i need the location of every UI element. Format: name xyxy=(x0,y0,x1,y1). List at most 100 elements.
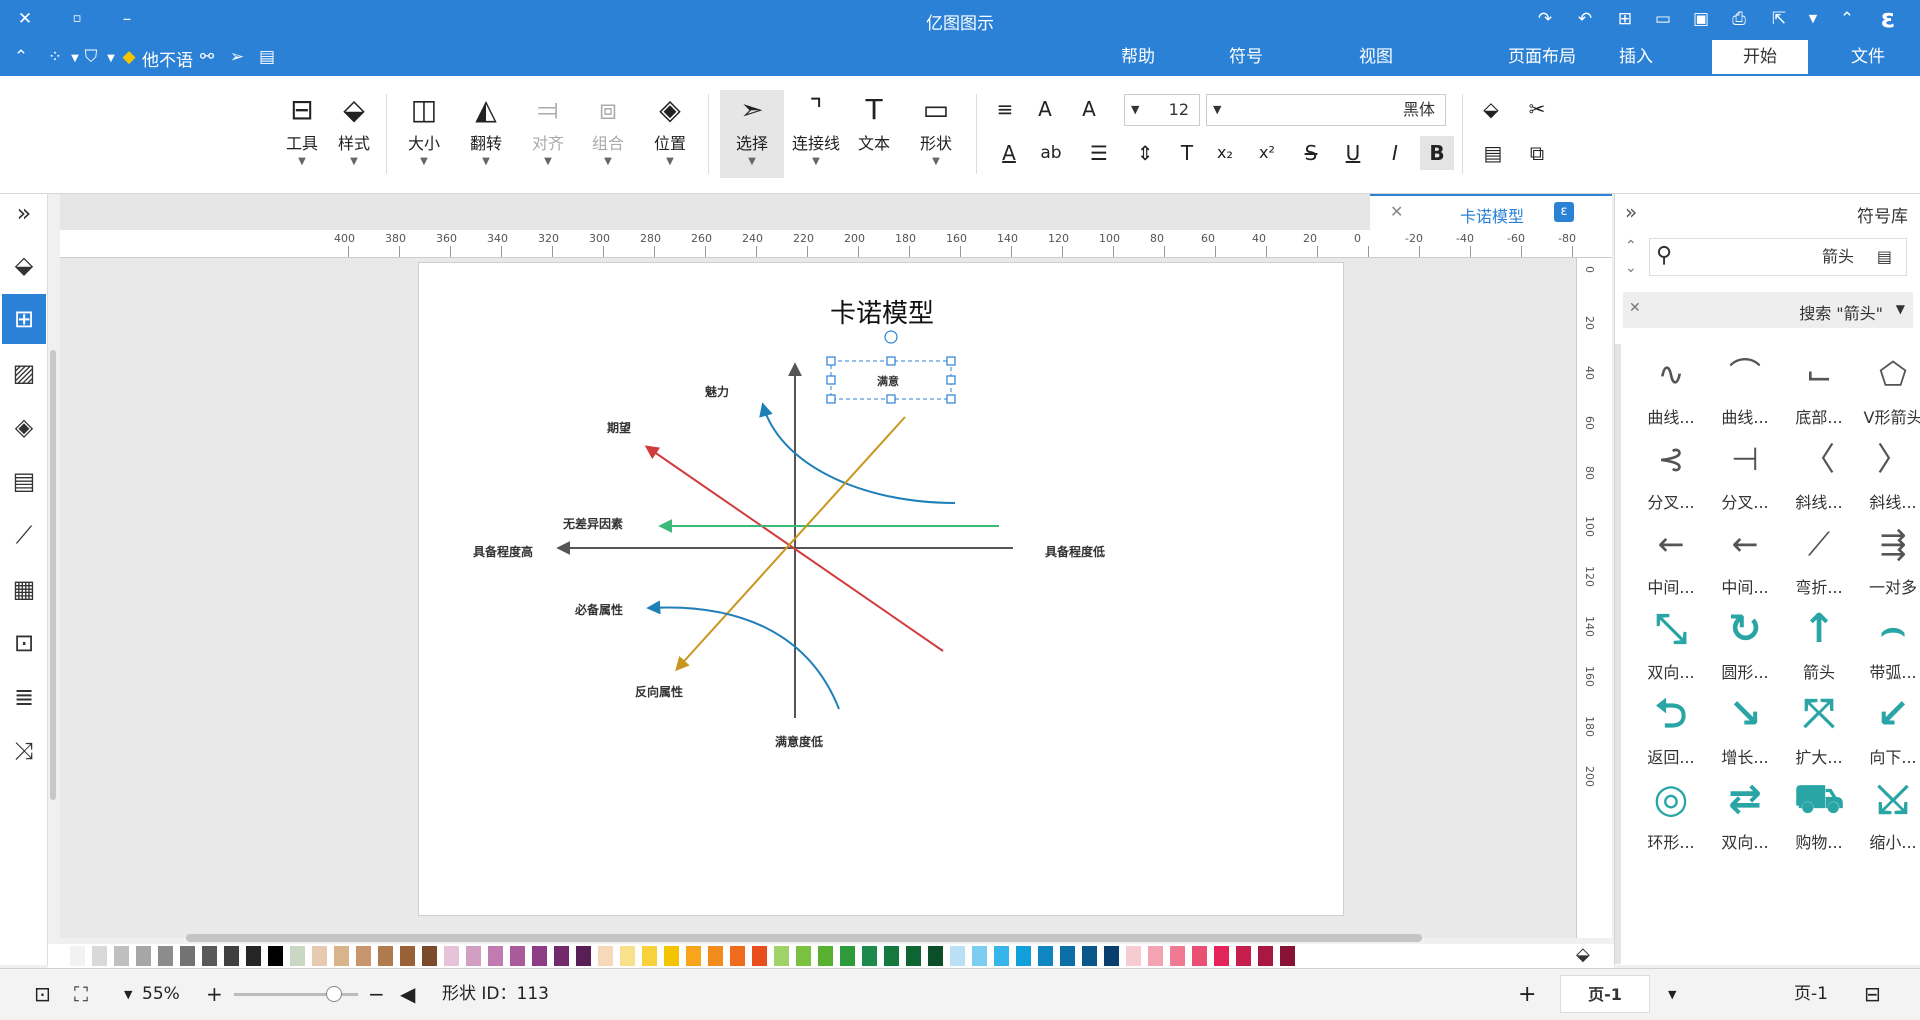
tab-3[interactable]: 页面布局 xyxy=(1494,40,1590,74)
chevron-down-icon[interactable]: ⌄ xyxy=(1625,260,1637,276)
redo-icon[interactable]: ↷ xyxy=(1534,8,1556,30)
fill-bucket-icon[interactable]: ⬙ xyxy=(1576,944,1590,965)
tab-2[interactable]: 插入 xyxy=(1588,40,1684,74)
symbol-item[interactable]: ⇄ 双向... xyxy=(1709,769,1781,869)
color-swatch[interactable] xyxy=(70,946,85,966)
highlight-icon[interactable]: ab xyxy=(1034,136,1068,170)
restore-icon[interactable]: ▫ xyxy=(66,8,88,30)
print-icon[interactable]: ⎙ xyxy=(1728,8,1750,30)
close-icon[interactable]: ✕ xyxy=(1390,202,1403,221)
color-swatch[interactable] xyxy=(884,946,899,966)
label-low-satisfaction[interactable]: 满意度低 xyxy=(775,733,823,750)
color-swatch[interactable] xyxy=(136,946,151,966)
zoom-slider-thumb[interactable] xyxy=(326,986,342,1002)
tab-1[interactable]: 开始 xyxy=(1712,40,1808,74)
color-swatch[interactable] xyxy=(642,946,657,966)
color-swatch[interactable] xyxy=(972,946,987,966)
color-swatch[interactable] xyxy=(708,946,723,966)
export-icon[interactable]: ⇱ xyxy=(1768,8,1790,30)
color-swatch[interactable] xyxy=(114,946,129,966)
color-swatch[interactable] xyxy=(92,946,107,966)
page-layout-icon[interactable]: ⊟ xyxy=(1864,969,1881,1020)
chevron-down-icon[interactable]: ▼ xyxy=(1802,8,1824,30)
close-icon[interactable]: ✕ xyxy=(1629,300,1641,316)
color-swatch[interactable] xyxy=(598,946,613,966)
fit-page-icon[interactable]: ⊡ xyxy=(34,969,51,1020)
color-swatch[interactable] xyxy=(818,946,833,966)
color-swatch[interactable] xyxy=(928,946,943,966)
format-icon[interactable]: ≣ xyxy=(2,672,46,722)
italic-icon[interactable]: I xyxy=(1378,136,1412,170)
shape-button[interactable]: ▭ 形状 ▼ xyxy=(904,90,968,178)
zoom-in-icon[interactable]: + xyxy=(206,969,223,1020)
symbol-item[interactable]: ◎ 环形... xyxy=(1635,769,1707,869)
send-icon[interactable]: ➢ xyxy=(226,46,248,68)
layers-icon[interactable]: ◈ xyxy=(2,402,46,452)
reverse-line[interactable] xyxy=(675,416,906,672)
document-tab[interactable]: ✕ 卡诺模型 ε xyxy=(1370,194,1612,230)
canvas-area[interactable]: 卡诺模型 满意 魅力 期望 无差异因素 具备程度高 具备程度低 必备属性 反向属… xyxy=(60,258,1576,938)
color-swatch[interactable] xyxy=(510,946,525,966)
symbol-search-input[interactable]: ⚲ 箭头 ▤ xyxy=(1649,238,1907,276)
font-color-icon[interactable]: A xyxy=(992,136,1026,170)
expand-panel-icon[interactable]: » xyxy=(2,188,46,238)
color-swatch[interactable] xyxy=(774,946,789,966)
close-icon[interactable]: ✕ xyxy=(14,8,36,30)
connector-button[interactable]: ⌝ 连接线 ▼ xyxy=(784,90,848,178)
rotate-handle[interactable] xyxy=(884,330,898,344)
color-swatch[interactable] xyxy=(1236,946,1251,966)
minimize-icon[interactable]: – xyxy=(116,8,138,30)
color-swatch[interactable] xyxy=(906,946,921,966)
color-swatch[interactable] xyxy=(532,946,547,966)
style-button[interactable]: ⬙ 样式 ▼ xyxy=(322,90,386,178)
size-button[interactable]: ◫ 大小 ▼ xyxy=(392,90,456,178)
tab-6[interactable]: 帮助 xyxy=(1090,40,1186,74)
symbol-item[interactable]: ⛟ 购物... xyxy=(1783,769,1855,869)
library-icon[interactable]: ▤ xyxy=(1877,242,1892,272)
color-swatch[interactable] xyxy=(202,946,217,966)
font-grow-icon[interactable]: A xyxy=(1072,92,1106,126)
collapse-panel-icon[interactable]: » xyxy=(1625,200,1637,224)
font-shrink-icon[interactable]: A xyxy=(1028,92,1062,126)
group-button[interactable]: ⧈ 组合 ▼ xyxy=(576,90,640,178)
left-scrollbar[interactable] xyxy=(50,350,56,800)
chevron-up-icon[interactable]: ⌃ xyxy=(1836,8,1858,30)
color-swatch[interactable] xyxy=(576,946,591,966)
color-swatch[interactable] xyxy=(752,946,767,966)
document-icon[interactable]: ▤ xyxy=(2,456,46,506)
color-swatch[interactable] xyxy=(1104,946,1119,966)
symbol-scrollbar[interactable] xyxy=(1615,344,1621,964)
color-swatch[interactable] xyxy=(48,946,63,966)
fullscreen-icon[interactable]: ⛶ xyxy=(74,969,88,1020)
label-low-completeness[interactable]: 具备程度低 xyxy=(1045,543,1105,560)
chevron-down-icon[interactable]: ▼ xyxy=(1668,969,1676,1020)
copy-icon[interactable]: ⧉ xyxy=(1520,136,1554,170)
color-swatch[interactable] xyxy=(1126,946,1141,966)
color-swatch[interactable] xyxy=(312,946,327,966)
open-icon[interactable]: ▭ xyxy=(1652,8,1674,30)
color-swatch[interactable] xyxy=(246,946,261,966)
color-swatch[interactable] xyxy=(1280,946,1295,966)
color-swatch[interactable] xyxy=(796,946,811,966)
label-satisfaction[interactable]: 满意 xyxy=(877,373,899,389)
symbol-item[interactable]: ⤩ 缩小... xyxy=(1857,769,1920,869)
font-family-select[interactable]: ▼ 黑体 xyxy=(1206,94,1446,126)
underline-icon[interactable]: U xyxy=(1336,136,1370,170)
label-charm[interactable]: 魅力 xyxy=(705,383,729,400)
label-high-completeness[interactable]: 具备程度高 xyxy=(473,543,533,560)
color-swatch[interactable] xyxy=(730,946,745,966)
horizontal-scrollbar[interactable] xyxy=(186,934,1422,942)
save-icon[interactable]: ▣ xyxy=(1690,8,1712,30)
color-swatch[interactable] xyxy=(356,946,371,966)
color-swatch[interactable] xyxy=(400,946,415,966)
bold-icon[interactable]: B xyxy=(1420,136,1454,170)
page-select[interactable]: 页-1 xyxy=(1794,969,1828,1020)
tab-0[interactable]: 文件 xyxy=(1820,40,1916,74)
label-reverse[interactable]: 反向属性 xyxy=(635,683,683,700)
undo-icon[interactable]: ↶ xyxy=(1574,8,1596,30)
color-swatch[interactable] xyxy=(1214,946,1229,966)
shirt-icon[interactable]: ⛉ xyxy=(80,46,102,68)
color-swatch[interactable] xyxy=(290,946,305,966)
color-swatch[interactable] xyxy=(1170,946,1185,966)
format-painter-icon[interactable]: ⬙ xyxy=(1474,92,1508,126)
